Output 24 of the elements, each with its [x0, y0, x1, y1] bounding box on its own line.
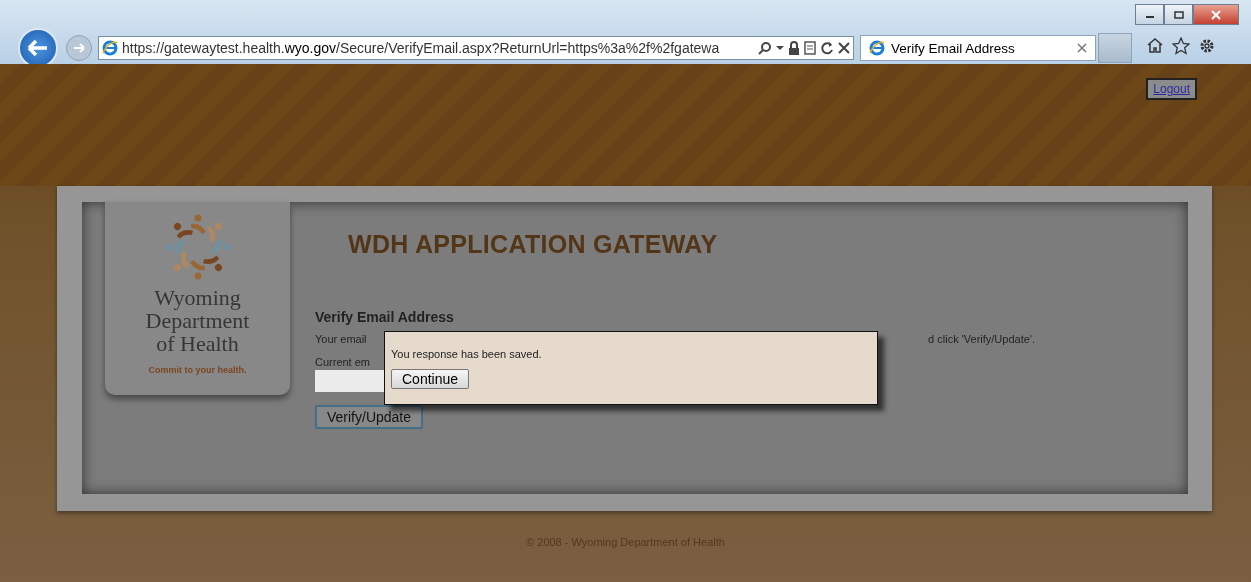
- verify-update-button[interactable]: Verify/Update: [315, 405, 424, 429]
- page-title: WDH APPLICATION GATEWAY: [348, 230, 719, 259]
- logo-text: Wyoming Department of Health: [145, 286, 250, 355]
- search-icon[interactable]: [758, 41, 772, 55]
- tagline: Commit to your health.: [148, 365, 247, 375]
- lock-icon: [788, 41, 800, 55]
- form-heading: Verify Email Address: [315, 309, 455, 325]
- browser-logo-icon: [102, 40, 118, 56]
- compatibility-icon[interactable]: [804, 41, 816, 55]
- dropdown-icon[interactable]: [776, 45, 784, 51]
- stop-icon[interactable]: [838, 42, 850, 54]
- minimize-icon[interactable]: [1135, 4, 1164, 25]
- dialog-message: You response has been saved.: [391, 348, 543, 360]
- instruction-text: d click 'Verify/Update'.: [928, 333, 1035, 345]
- continue-button[interactable]: Continue: [391, 369, 470, 389]
- browser-tab[interactable]: Verify Email Address: [860, 35, 1096, 61]
- refresh-icon[interactable]: [820, 41, 834, 55]
- url-text: https://gatewaytest.health.wyo.gov/Secure/VerifyEmail.aspx?ReturnUrl=https%3a%2f%2fgatewa: [122, 40, 721, 56]
- browser-logo-icon: [869, 40, 885, 56]
- instruction-text: Your email: [315, 333, 367, 345]
- email-field[interactable]: [315, 370, 387, 392]
- close-icon[interactable]: [1193, 4, 1239, 25]
- address-bar[interactable]: https://gatewaytest.health.wyo.gov/Secure/VerifyEmail.aspx?ReturnUrl=https%3a%2f%2fgatewa: [98, 36, 854, 60]
- maximize-icon[interactable]: [1164, 4, 1193, 25]
